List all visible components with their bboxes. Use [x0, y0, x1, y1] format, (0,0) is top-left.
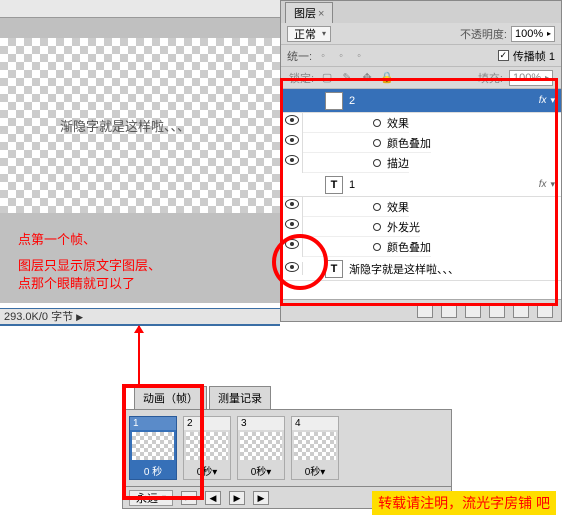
frame-thumb: [132, 432, 174, 460]
layer-row[interactable]: T 渐隐字就是这样啦、、、: [281, 257, 561, 281]
delete-layer-button[interactable]: [537, 304, 553, 318]
layer-mask-button[interactable]: [465, 304, 481, 318]
unify-style-icon[interactable]: ◦: [352, 49, 366, 63]
visibility-toggle[interactable]: [281, 197, 303, 217]
link-layers-button[interactable]: [417, 304, 433, 318]
frame-1[interactable]: 1 0 秒: [129, 416, 177, 480]
annotation-3: 点那个眼睛就可以了: [18, 275, 280, 293]
visibility-toggle[interactable]: [281, 262, 303, 275]
frame-thumb: [186, 432, 228, 460]
visibility-toggle[interactable]: [281, 113, 303, 133]
unify-label: 统一:: [287, 48, 312, 64]
frame-2[interactable]: 2 0秒▾: [183, 416, 231, 480]
visibility-toggle[interactable]: [281, 237, 303, 257]
visibility-toggle[interactable]: [281, 217, 303, 237]
canvas-text: 渐隐字就是这样啦、、、: [60, 116, 190, 135]
frame-thumb: [240, 432, 282, 460]
tab-measurement[interactable]: 测量记录: [209, 386, 271, 409]
opacity-input[interactable]: 100%▸: [511, 26, 555, 42]
layers-panel: 图层× 正常▾ 不透明度: 100%▸ 统一: ◦ ◦ ◦ ✓ 传播帧 1 锁定…: [280, 0, 562, 322]
blend-mode-dropdown[interactable]: 正常▾: [287, 26, 331, 42]
lock-label: 锁定:: [289, 70, 314, 86]
watermark: 转载请注明，流光字房铺 吧: [372, 491, 556, 515]
opacity-label: 不透明度:: [460, 26, 507, 42]
visibility-toggle[interactable]: [281, 153, 303, 173]
layers-list: T 2 fx▾ 效果 颜色叠加 描边 T 1 fx▾ 效果 外发光 颜色叠加 T…: [281, 89, 561, 299]
frame-3[interactable]: 3 0秒▾: [237, 416, 285, 480]
annotation-2: 图层只显示原文字图层、: [18, 257, 280, 275]
tab-animation[interactable]: 动画（帧）: [134, 386, 207, 409]
annotation-1: 点第一个帧、: [18, 231, 280, 249]
frame-thumb: [294, 432, 336, 460]
lock-pixels-icon[interactable]: ✎: [340, 71, 354, 85]
type-thumb-icon: T: [325, 260, 343, 278]
fx-badge: fx: [539, 95, 547, 106]
eye-icon: [285, 262, 299, 272]
frame-4[interactable]: 4 0秒▾: [291, 416, 339, 480]
layer-row[interactable]: T 2 fx▾: [281, 89, 561, 113]
layer-row[interactable]: T 1 fx▾: [281, 173, 561, 197]
visibility-toggle[interactable]: [281, 133, 303, 153]
tab-layers[interactable]: 图层×: [285, 2, 333, 23]
type-thumb-icon: T: [325, 92, 343, 110]
unify-position-icon[interactable]: ◦: [316, 49, 330, 63]
loop-dropdown[interactable]: 永远 ▾: [129, 490, 173, 506]
canvas[interactable]: 渐隐字就是这样啦、、、: [0, 38, 280, 213]
play-button[interactable]: ▶: [229, 491, 245, 505]
propagate-label: 传播帧 1: [513, 48, 555, 64]
first-frame-button[interactable]: ⏮: [181, 491, 197, 505]
new-group-button[interactable]: [489, 304, 505, 318]
unify-visibility-icon[interactable]: ◦: [334, 49, 348, 63]
layer-style-button[interactable]: [441, 304, 457, 318]
next-frame-button[interactable]: ▶: [253, 491, 269, 505]
ruler-horizontal: [0, 0, 280, 18]
lock-position-icon[interactable]: ✥: [360, 71, 374, 85]
type-thumb-icon: T: [325, 176, 343, 194]
lock-transparency-icon[interactable]: ▢: [320, 71, 334, 85]
fill-label: 填充:: [478, 70, 503, 86]
prev-frame-button[interactable]: ◀: [205, 491, 221, 505]
annotation-arrow: [138, 326, 140, 388]
fill-input[interactable]: 100%▸: [509, 70, 553, 86]
layers-footer: [281, 299, 561, 321]
fx-badge: fx: [539, 179, 547, 190]
lock-all-icon[interactable]: 🔒: [380, 71, 394, 85]
propagate-checkbox[interactable]: ✓: [498, 50, 509, 61]
new-layer-button[interactable]: [513, 304, 529, 318]
